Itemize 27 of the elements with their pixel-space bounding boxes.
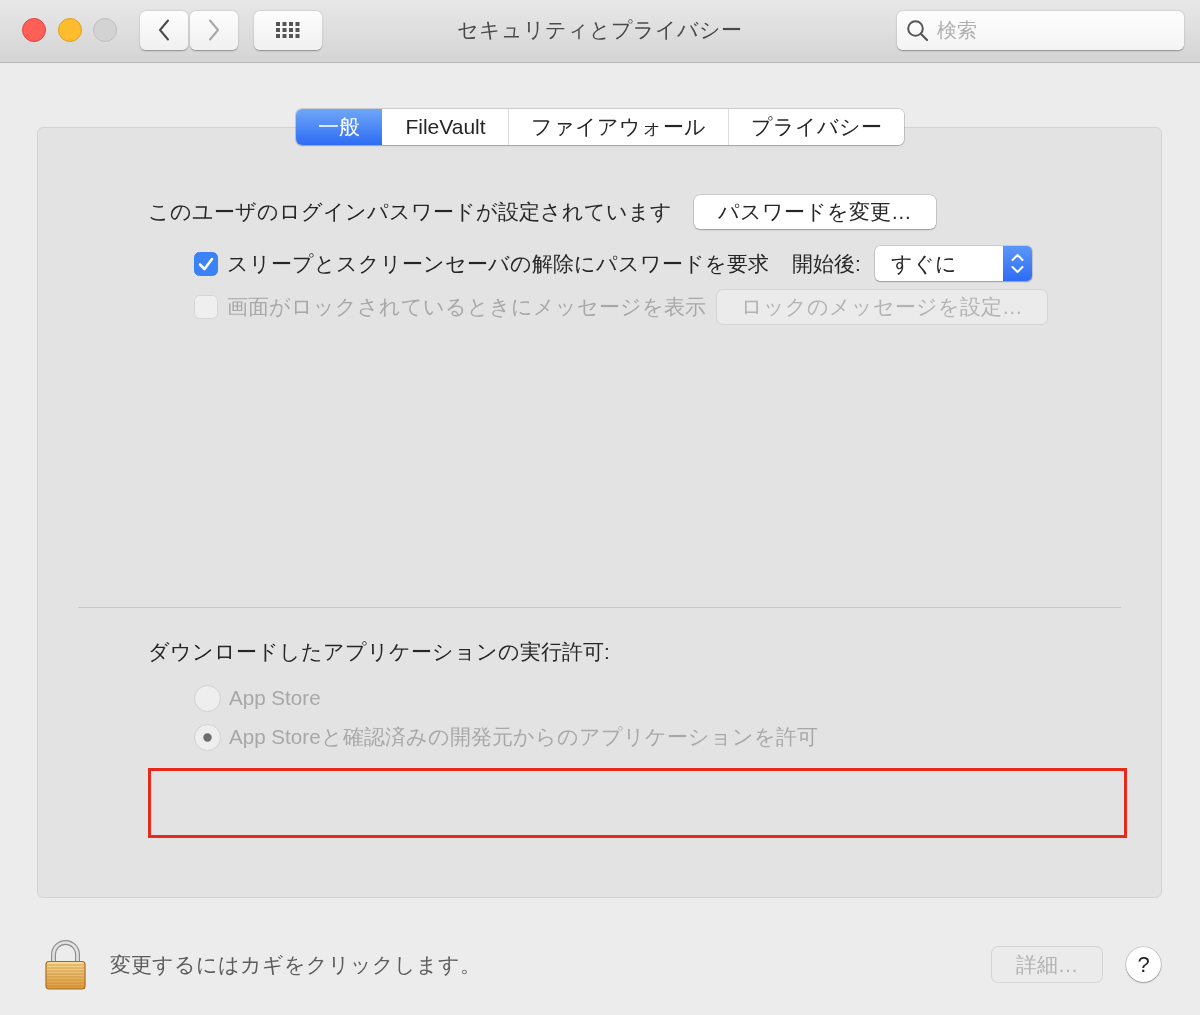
chevron-right-icon: [208, 19, 220, 41]
back-button[interactable]: [140, 10, 188, 50]
delay-label: 開始後:: [792, 250, 861, 277]
tab[interactable]: FileVault: [382, 109, 508, 145]
section-heading: ダウンロードしたアプリケーションの実行許可:: [148, 639, 610, 665]
grid-icon: [276, 22, 300, 38]
search-icon: [907, 19, 928, 41]
close-button[interactable]: [22, 18, 46, 42]
radio-label: App Store: [229, 685, 321, 711]
help-button[interactable]: ?: [1126, 947, 1161, 982]
password-status-label: このユーザのログインパスワードが設定されています: [148, 199, 672, 225]
show-all-button[interactable]: [254, 10, 322, 50]
delay-popup[interactable]: すぐに: [874, 246, 1032, 281]
padlock-icon[interactable]: [45, 939, 86, 990]
stepper-icon: [1002, 246, 1032, 281]
change-password-button[interactable]: パスワードを変更…: [694, 195, 936, 229]
unlock-hint: 変更するにはカギをクリックします。: [110, 951, 481, 978]
minimize-button[interactable]: [57, 18, 82, 42]
checkbox[interactable]: [194, 251, 218, 276]
radio-label: App Storeと確認済みの開発元からのアプリケーションを許可: [229, 724, 818, 750]
chevron-left-icon: [158, 19, 170, 41]
checkbox-label: スリープとスクリーンセーバの解除にパスワードを要求: [227, 250, 769, 277]
window-title: セキュリティとプライバシー: [457, 17, 742, 43]
search-field[interactable]: 検索: [897, 10, 1184, 50]
tab[interactable]: プライバシー: [727, 109, 904, 145]
tab[interactable]: ファイアウォール: [507, 109, 728, 145]
checkbox-label: 画面がロックされているときにメッセージを表示: [227, 294, 706, 320]
